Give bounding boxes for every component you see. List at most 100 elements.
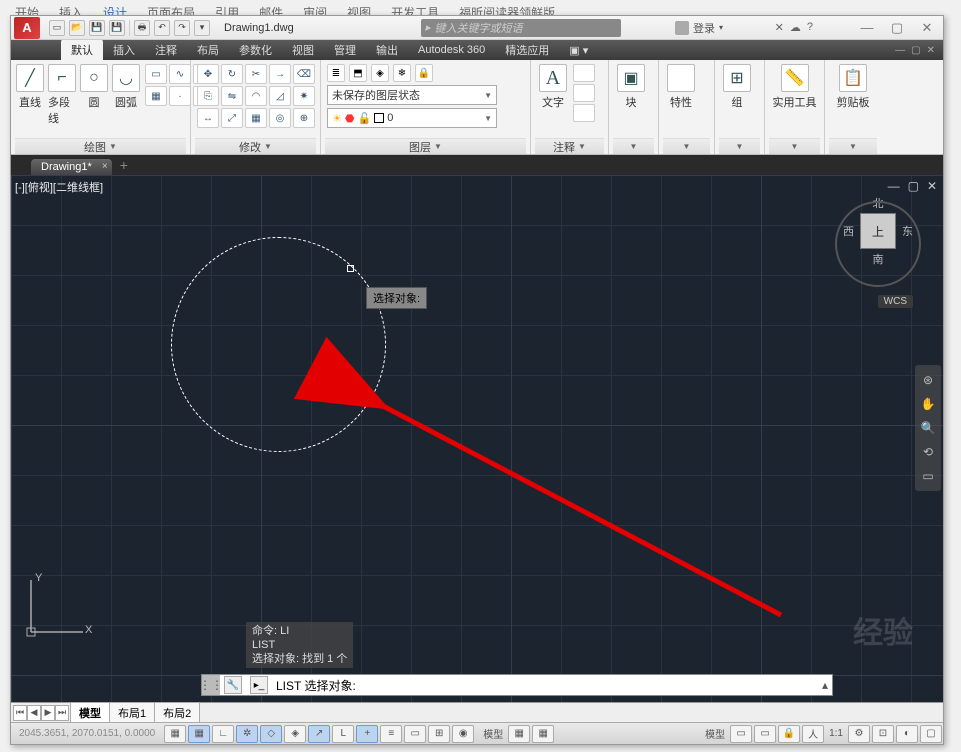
3dosnap-toggle[interactable]: ◈ [284,725,306,743]
offset-icon[interactable]: ◎ [269,108,291,128]
layout-nav-last-icon[interactable]: ⏭ [55,705,69,721]
osnap-toggle[interactable]: ◇ [260,725,282,743]
ribbon-tab-layout[interactable]: 布局 [187,39,229,61]
hardware-accel-icon[interactable]: ⊡ [872,725,894,743]
infocenter-search[interactable]: ▸键入关键字或短语 [421,19,621,37]
drawing-area[interactable]: [-][俯视][二维线框] — ▢ ✕ 选择对象: 北 西 上 东 南 WCS [11,175,943,702]
stayconnected-icon[interactable]: ☁ [790,21,801,34]
status-grid3-icon[interactable]: ▦ [532,725,554,743]
current-layer-combo[interactable]: ☀⬣🔓 0▼ [327,108,497,128]
layer-properties-icon[interactable]: ≣ [327,64,345,82]
layer-states-icon[interactable]: ⬒ [349,64,367,82]
sign-in[interactable]: 登录 ▾ [675,20,723,36]
ribbon-tab-extra[interactable]: ▣ ▾ [559,41,598,60]
doc-close-icon[interactable]: ✕ [927,45,935,56]
vp-close-icon[interactable]: ✕ [927,179,937,193]
dyn-toggle[interactable]: + [356,725,378,743]
new-doc-tab-icon[interactable]: + [120,157,128,175]
doc-minimize-icon[interactable]: — [895,45,905,56]
properties-button[interactable]: 特性 [663,62,699,112]
layout-tab-2[interactable]: 布局2 [154,702,200,723]
ribbon-tab-view[interactable]: 视图 [282,39,324,61]
nav-zoom-icon[interactable]: 🔍 [919,419,937,437]
nav-showmotion-icon[interactable]: ▭ [919,467,937,485]
layout-nav-prev-icon[interactable]: ◀ [27,705,41,721]
cleanscreen-icon[interactable]: ▢ [920,725,942,743]
explode-icon[interactable]: ✷ [293,86,315,106]
ribbon-tab-a360[interactable]: Autodesk 360 [408,41,495,59]
model-space-label[interactable]: 模型 [479,726,507,741]
snap-toggle[interactable]: ▦ [164,725,186,743]
workspace-icon[interactable]: ⚙ [848,725,870,743]
layer-state-combo[interactable]: 未保存的图层状态▼ [327,85,497,105]
anno-scale-value[interactable]: 1:1 [825,728,847,739]
lwt-toggle[interactable]: ≡ [380,725,402,743]
viewcube-compass[interactable] [835,201,921,287]
move-icon[interactable]: ✥ [197,64,219,84]
modelspace-btn[interactable]: 模型 [701,726,729,741]
trim-icon[interactable]: ✂ [245,64,267,84]
layout-nav-first-icon[interactable]: ⏮ [13,705,27,721]
point-icon[interactable]: · [169,86,191,106]
circle-button[interactable]: ○圆 [79,62,109,112]
mirror-icon[interactable]: ⇋ [221,86,243,106]
document-tab[interactable]: Drawing1* × [31,159,112,175]
ribbon-tab-insert[interactable]: 插入 [103,39,145,61]
close-button[interactable]: ✕ [917,20,937,36]
vp-maximize-icon[interactable]: ▢ [908,179,919,193]
ribbon-tab-default[interactable]: 默认 [61,39,103,61]
arc-button[interactable]: ◡圆弧 [111,62,141,112]
app-logo[interactable]: A [14,17,40,39]
command-input[interactable] [272,678,818,692]
nav-orbit-icon[interactable]: ⟲ [919,443,937,461]
annovis-icon[interactable]: 人 [802,725,824,743]
ribbon-tab-output[interactable]: 输出 [366,39,408,61]
layout-tab-1[interactable]: 布局1 [109,702,155,723]
scale-icon[interactable]: ⤢ [221,108,243,128]
selection-grip[interactable] [347,265,354,272]
hatch-icon[interactable]: ▦ [145,86,167,106]
save-icon[interactable]: 💾 [89,20,105,36]
stretch-icon[interactable]: ↔ [197,108,219,128]
ribbon-tab-annotate[interactable]: 注释 [145,39,187,61]
maximize-button[interactable]: ▢ [887,20,907,36]
grid-toggle[interactable]: ▦ [188,725,210,743]
nav-pan-icon[interactable]: ✋ [919,395,937,413]
ducs-toggle[interactable]: L [332,725,354,743]
isolate-icon[interactable]: ◐ [896,725,918,743]
erase-icon[interactable]: ⌫ [293,64,315,84]
cmdline-history-icon[interactable]: ▴ [818,678,832,692]
undo-icon[interactable]: ↶ [154,20,170,36]
status-grid2-icon[interactable]: ▦ [508,725,530,743]
layer-lock-icon[interactable]: 🔒 [415,64,433,82]
minimize-button[interactable]: — [857,20,877,36]
ribbon-tab-parametric[interactable]: 参数化 [229,39,282,61]
cmdline-tool-icon[interactable]: 🔧 [224,676,242,694]
ortho-toggle[interactable]: ∟ [212,725,234,743]
clipboard-button[interactable]: 📋剪贴板 [829,62,877,112]
layout-tab-model[interactable]: 模型 [70,702,110,723]
saveas-icon[interactable]: 💾 [109,20,125,36]
layer-iso-icon[interactable]: ◈ [371,64,389,82]
ribbon-tab-manage[interactable]: 管理 [324,39,366,61]
vp-minimize-icon[interactable]: — [888,179,900,193]
wcs-badge[interactable]: WCS [878,295,913,308]
chamfer-icon[interactable]: ◿ [269,86,291,106]
array-icon[interactable]: ▦ [245,108,267,128]
qp-toggle[interactable]: ⊞ [428,725,450,743]
block-button[interactable]: ▣块 [613,62,649,112]
close-doc-icon[interactable]: × [102,161,108,172]
command-line[interactable]: ⋮⋮ 🔧 ▸_ ▴ [201,674,833,696]
qat-dropdown-icon[interactable]: ▾ [194,20,210,36]
redo-icon[interactable]: ↷ [174,20,190,36]
print-icon[interactable]: 🖶 [134,20,150,36]
viewcube[interactable]: 北 西 上 东 南 [833,195,923,305]
rotate-icon[interactable]: ↻ [221,64,243,84]
cmdline-prompt-icon[interactable]: ▸_ [250,676,268,694]
ribbon-tab-featured[interactable]: 精选应用 [495,39,559,61]
new-icon[interactable]: ▭ [49,20,65,36]
cmdline-grip-icon[interactable]: ⋮⋮ [202,675,220,695]
leader-icon[interactable] [573,84,595,102]
nav-wheel-icon[interactable]: ⊛ [919,371,937,389]
sc-toggle[interactable]: ◉ [452,725,474,743]
